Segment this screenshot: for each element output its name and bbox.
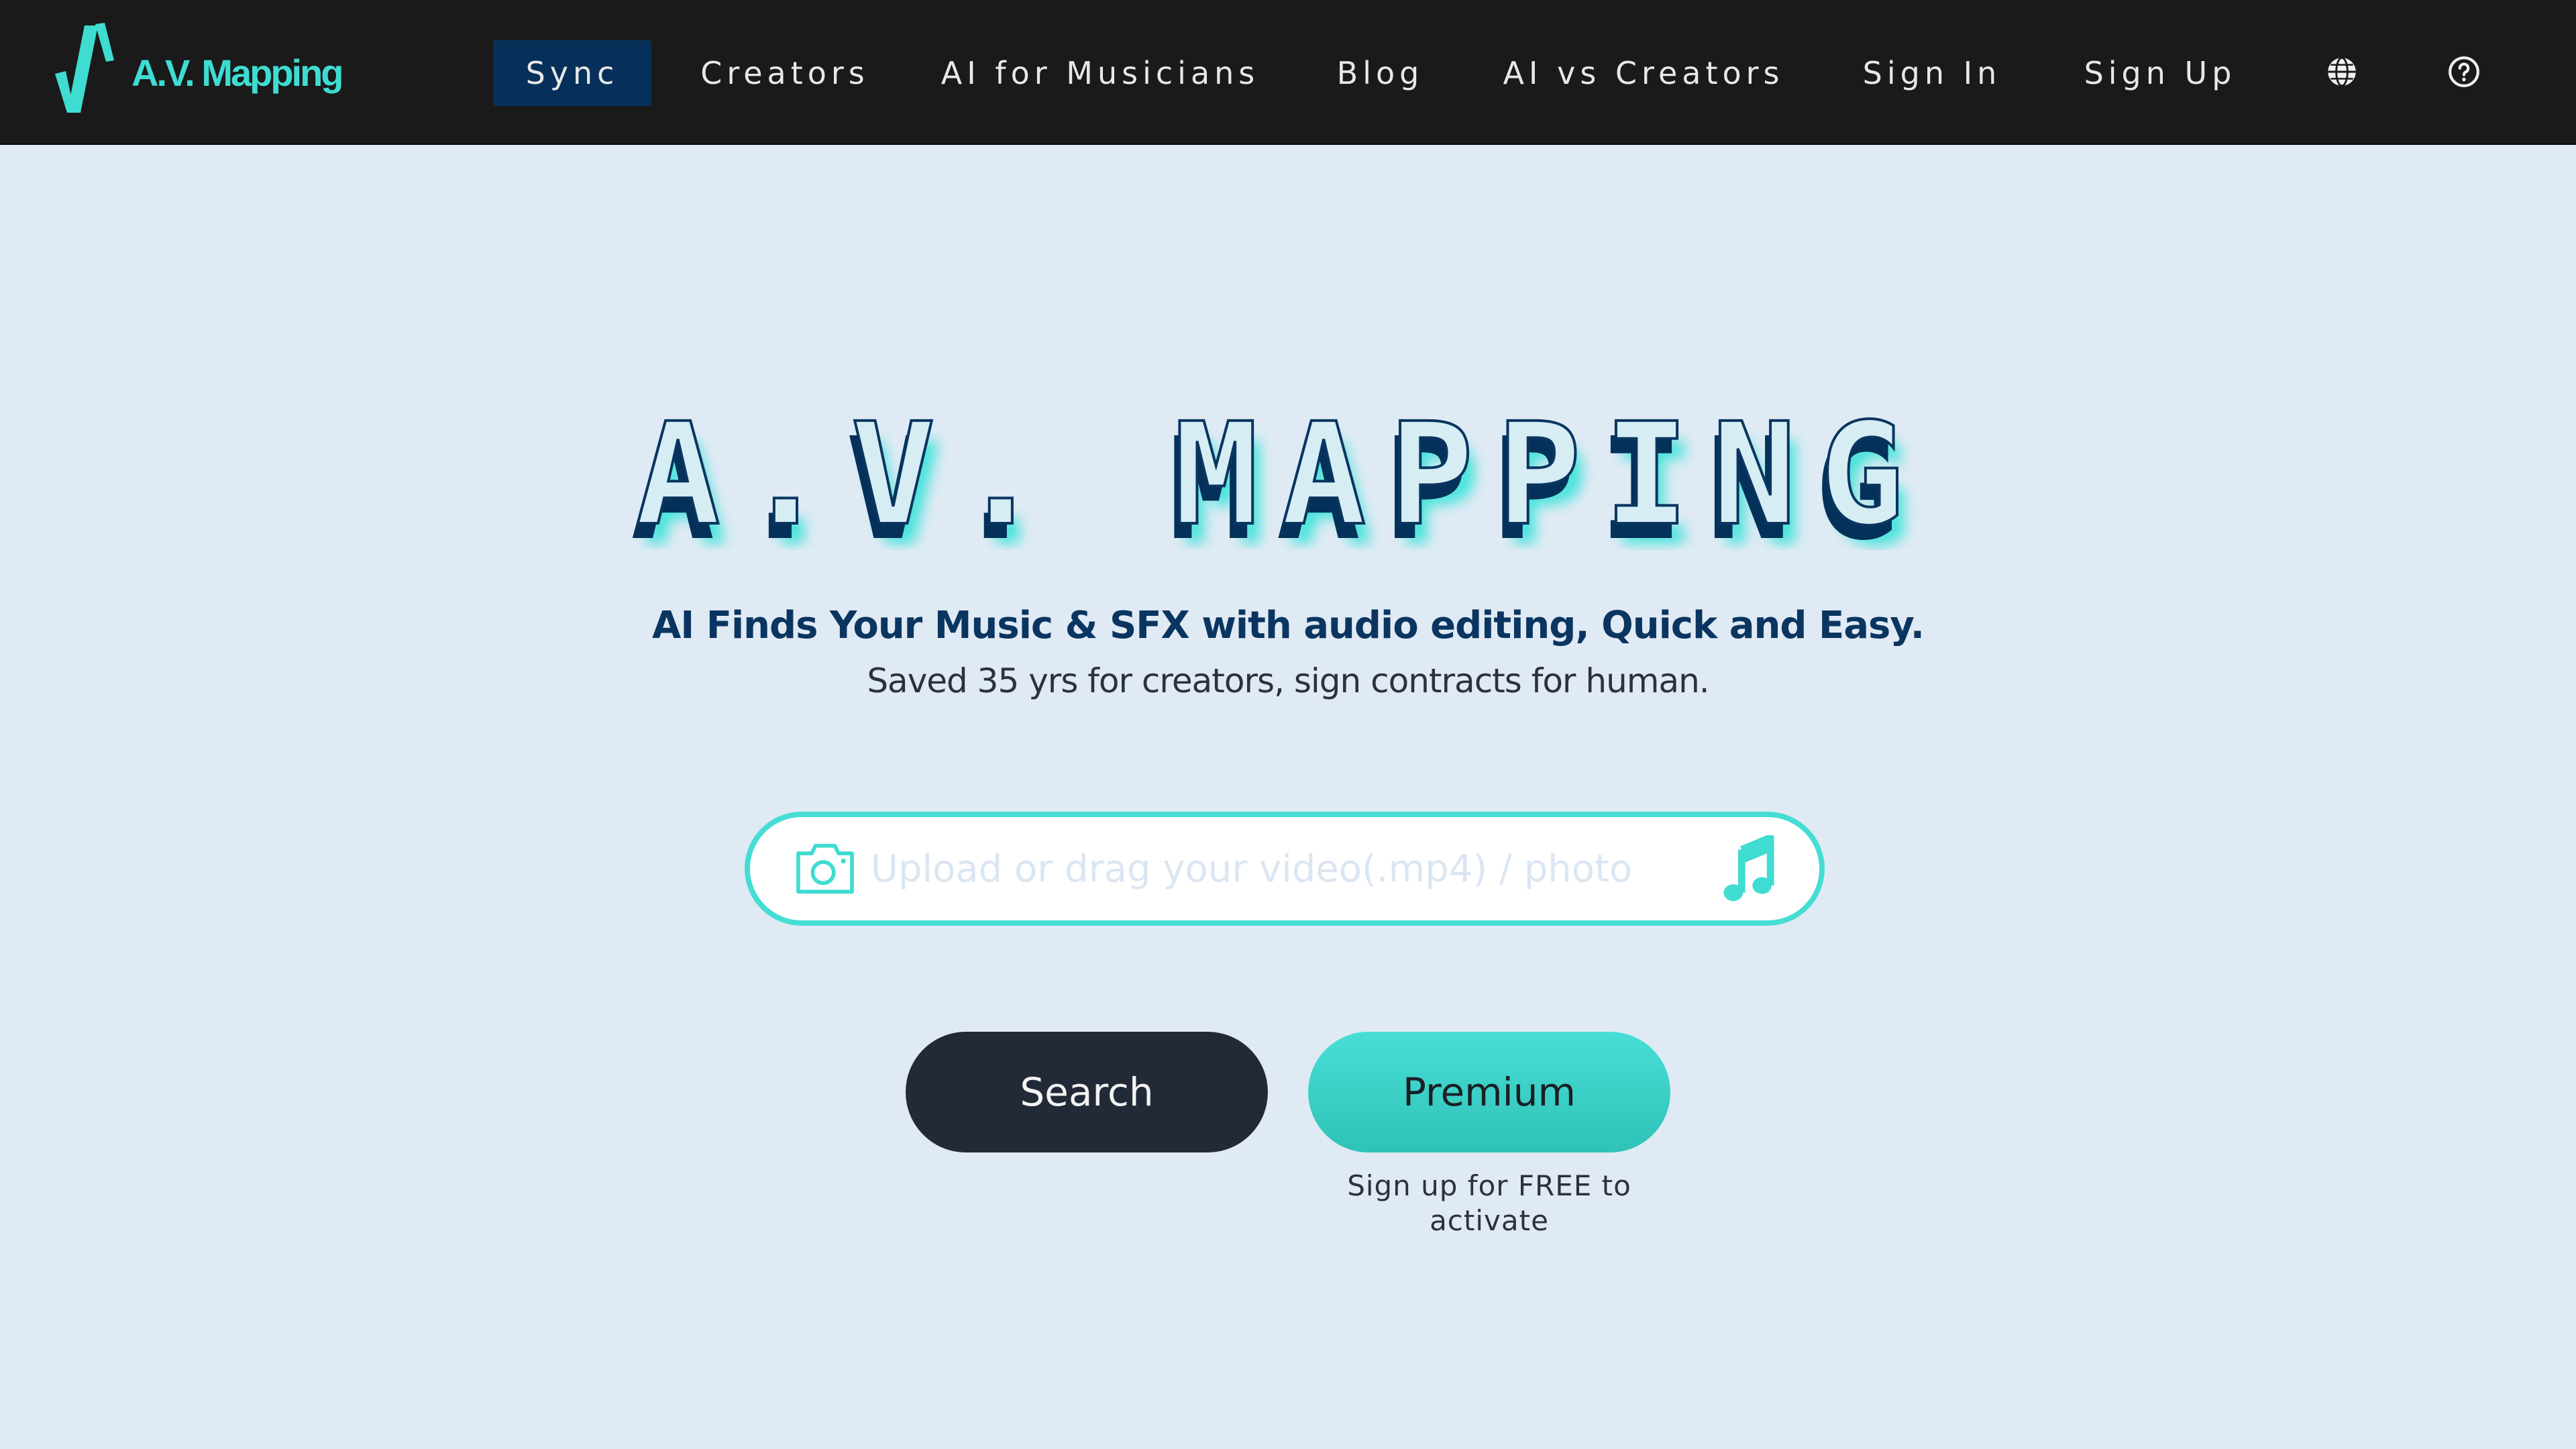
nav-blog[interactable]: Blog <box>1325 40 1436 106</box>
hero-tagline: AI Finds Your Music & SFX with audio edi… <box>652 604 1925 647</box>
brand-logo[interactable]: A.V. Mapping <box>51 20 344 114</box>
nav-sync[interactable]: Sync <box>493 40 651 106</box>
camera-icon[interactable] <box>793 842 857 896</box>
top-navbar: A.V. Mapping Sync Creators AI for Musici… <box>0 0 2576 145</box>
brand-name: A.V. Mapping <box>131 51 344 94</box>
upload-input[interactable] <box>869 846 1719 892</box>
nav-ai-for-musicians[interactable]: AI for Musicians <box>939 40 1261 106</box>
help-icon[interactable] <box>2447 55 2481 89</box>
hero-title: A.V. MAPPING A.V. MAPPING A.V. MAPPING <box>630 402 1927 550</box>
nav-creators[interactable]: Creators <box>691 40 879 106</box>
nav-ai-vs-creators[interactable]: AI vs Creators <box>1503 40 1784 106</box>
search-button[interactable]: Search <box>906 1032 1268 1152</box>
premium-note: Sign up for FREE to activate <box>1347 1169 1631 1237</box>
av-mapping-logo-icon <box>55 23 114 113</box>
nav-sign-up[interactable]: Sign Up <box>2080 40 2241 106</box>
nav-sign-in[interactable]: Sign In <box>1851 40 2012 106</box>
music-note-icon[interactable] <box>1719 835 1779 902</box>
upload-dropzone[interactable] <box>745 812 1825 926</box>
hero-title-face: A.V. MAPPING <box>635 402 1927 550</box>
premium-button[interactable]: Premium <box>1308 1032 1670 1152</box>
hero-subline: Saved 35 yrs for creators, sign contract… <box>867 661 1709 700</box>
globe-icon[interactable] <box>2325 55 2359 89</box>
